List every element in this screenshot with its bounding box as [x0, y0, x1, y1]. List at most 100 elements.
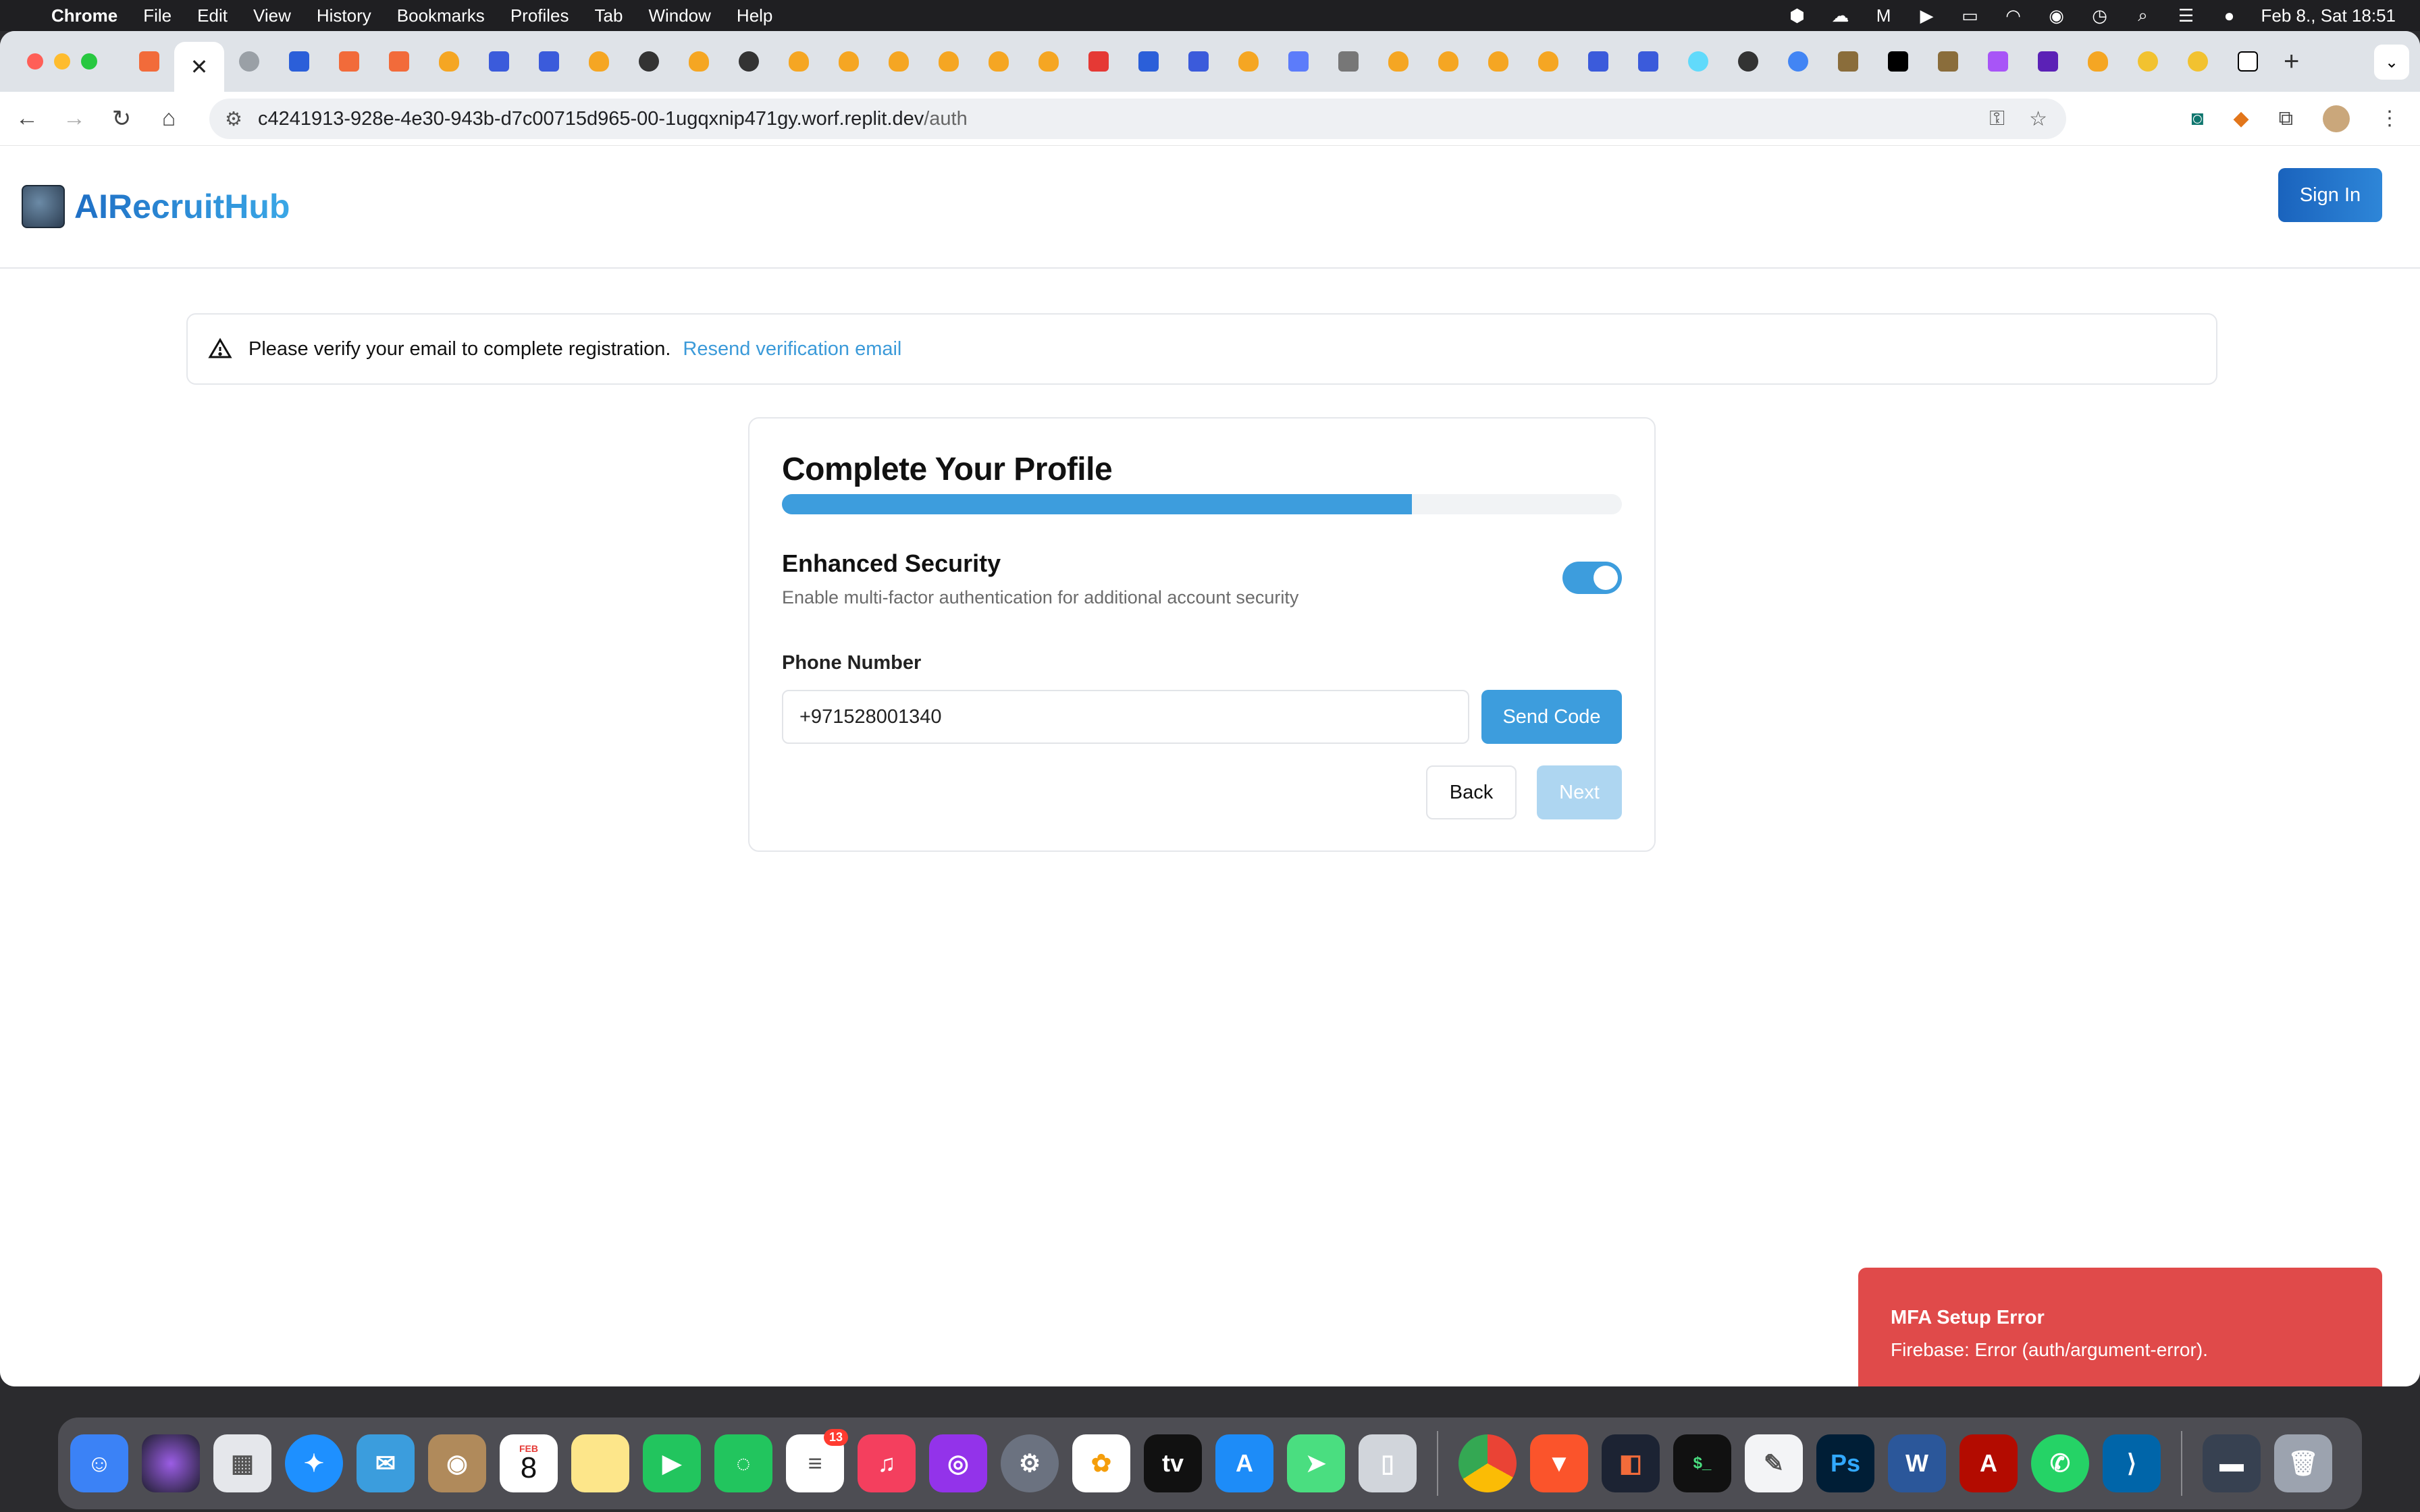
tab[interactable] [2073, 38, 2123, 85]
whatsapp-icon[interactable]: ✆ [2031, 1434, 2089, 1492]
tab[interactable] [924, 38, 974, 85]
brave-icon[interactable]: ▼ [1530, 1434, 1588, 1492]
new-tab-button[interactable]: + [2284, 47, 2299, 77]
replit-icon[interactable]: ◧ [1602, 1434, 1660, 1492]
sign-in-button[interactable]: Sign In [2278, 168, 2382, 222]
tab[interactable] [1323, 38, 1373, 85]
tab[interactable] [724, 38, 774, 85]
send-code-button[interactable]: Send Code [1481, 690, 1622, 744]
close-tab-icon[interactable]: ✕ [190, 54, 209, 80]
tab[interactable] [224, 38, 274, 85]
tab[interactable] [2223, 38, 2273, 85]
tab[interactable] [324, 38, 374, 85]
terminal-icon[interactable]: $_ [1673, 1434, 1731, 1492]
dropbox-icon[interactable]: ⬢ [1786, 5, 1809, 26]
maps-icon[interactable]: ➤ [1287, 1434, 1345, 1492]
tab[interactable] [1373, 38, 1423, 85]
tab[interactable] [2123, 38, 2173, 85]
back-button[interactable]: Back [1426, 765, 1517, 819]
tab[interactable] [1024, 38, 1074, 85]
metamask-icon[interactable]: ◆ [2234, 107, 2249, 130]
tab[interactable] [824, 38, 874, 85]
tab[interactable] [1273, 38, 1323, 85]
tab[interactable] [1673, 38, 1723, 85]
phone-number-input[interactable] [782, 690, 1469, 744]
tab[interactable] [624, 38, 674, 85]
control-center-icon[interactable]: ☰ [2175, 5, 2198, 26]
tab[interactable] [874, 38, 924, 85]
tab[interactable] [474, 38, 524, 85]
resend-verification-link[interactable]: Resend verification email [683, 338, 901, 360]
launchpad-icon[interactable]: ▦ [213, 1434, 271, 1492]
tab[interactable] [974, 38, 1024, 85]
tab[interactable] [1823, 38, 1873, 85]
tab[interactable] [1773, 38, 1823, 85]
music-icon[interactable]: ♫ [858, 1434, 916, 1492]
user-icon[interactable]: ◉ [2045, 5, 2068, 26]
tab[interactable] [1473, 38, 1523, 85]
tab[interactable] [1074, 38, 1124, 85]
chrome-icon[interactable] [1458, 1434, 1517, 1492]
wifi-icon[interactable]: ◠ [2002, 5, 2025, 26]
word-icon[interactable]: W [1888, 1434, 1946, 1492]
tab[interactable] [1523, 38, 1573, 85]
address-bar[interactable]: ⚙ c4241913-928e-4e30-943b-d7c00715d965-0… [209, 99, 2066, 139]
profile-avatar-icon[interactable] [2323, 105, 2350, 132]
contacts-icon[interactable]: ◉ [428, 1434, 486, 1492]
iphone-mirroring-icon[interactable]: ▯ [1359, 1434, 1417, 1492]
minimize-window-button[interactable] [54, 53, 70, 70]
play-icon[interactable]: ▶ [1916, 5, 1939, 26]
menu-history[interactable]: History [317, 5, 371, 26]
tab[interactable] [1224, 38, 1273, 85]
calendar-icon[interactable]: FEB 8 [500, 1434, 558, 1492]
system-settings-icon[interactable]: ⚙ [1001, 1434, 1059, 1492]
tab[interactable] [1124, 38, 1174, 85]
menu-app-name[interactable]: Chrome [51, 5, 117, 26]
bookmark-star-icon[interactable]: ☆ [2029, 107, 2047, 131]
menu-help[interactable]: Help [737, 5, 772, 26]
tab[interactable] [1923, 38, 1973, 85]
finder-icon[interactable]: ☺ [70, 1434, 128, 1492]
tab[interactable] [2173, 38, 2223, 85]
tab[interactable] [274, 38, 324, 85]
forward-nav-button[interactable]: → [54, 99, 95, 139]
tab[interactable] [1973, 38, 2023, 85]
menu-tab[interactable]: Tab [595, 5, 623, 26]
time-machine-icon[interactable]: ◷ [2088, 5, 2111, 26]
battery-icon[interactable]: ▭ [1959, 5, 1982, 26]
trash-icon[interactable]: 🗑 [2274, 1434, 2332, 1492]
reload-button[interactable]: ↻ [101, 99, 142, 139]
tab[interactable] [1723, 38, 1773, 85]
messages-icon[interactable]: ◌ [714, 1434, 772, 1492]
home-button[interactable]: ⌂ [149, 99, 189, 139]
facetime-icon[interactable]: ▶ [643, 1434, 701, 1492]
siri-icon[interactable] [142, 1434, 200, 1492]
tab[interactable] [1423, 38, 1473, 85]
brand-name[interactable]: AIRecruitHub [74, 187, 290, 226]
menu-window[interactable]: Window [648, 5, 710, 26]
reminders-icon[interactable]: ≡ 13 [786, 1429, 848, 1492]
apple-tv-icon[interactable]: tv [1144, 1434, 1202, 1492]
extension-icon[interactable]: ◙ [2191, 107, 2203, 130]
tab[interactable] [1623, 38, 1673, 85]
notes-icon[interactable] [571, 1434, 629, 1492]
mail-icon[interactable]: ✉ [357, 1434, 415, 1492]
tab-active[interactable]: ✕ [174, 42, 224, 92]
photoshop-icon[interactable]: Ps [1816, 1434, 1874, 1492]
next-button[interactable]: Next [1537, 765, 1622, 819]
tab[interactable] [124, 38, 174, 85]
cloud-icon[interactable]: ☁ [1829, 5, 1852, 26]
password-key-icon[interactable]: ⚿ [1989, 107, 2005, 131]
tab[interactable] [374, 38, 424, 85]
m-app-icon[interactable]: M [1872, 5, 1895, 26]
tab-search-button[interactable]: ⌄ [2374, 45, 2409, 80]
zoom-window-button[interactable] [81, 53, 97, 70]
error-toast[interactable]: MFA Setup Error Firebase: Error (auth/ar… [1858, 1268, 2382, 1386]
acrobat-icon[interactable]: A [1959, 1434, 2018, 1492]
brand-logo[interactable] [22, 185, 65, 228]
vscode-icon[interactable]: ⟩ [2103, 1434, 2161, 1492]
menu-file[interactable]: File [143, 5, 172, 26]
kebab-menu-icon[interactable]: ⋮ [2379, 107, 2400, 130]
tab[interactable] [524, 38, 574, 85]
tab[interactable] [1573, 38, 1623, 85]
